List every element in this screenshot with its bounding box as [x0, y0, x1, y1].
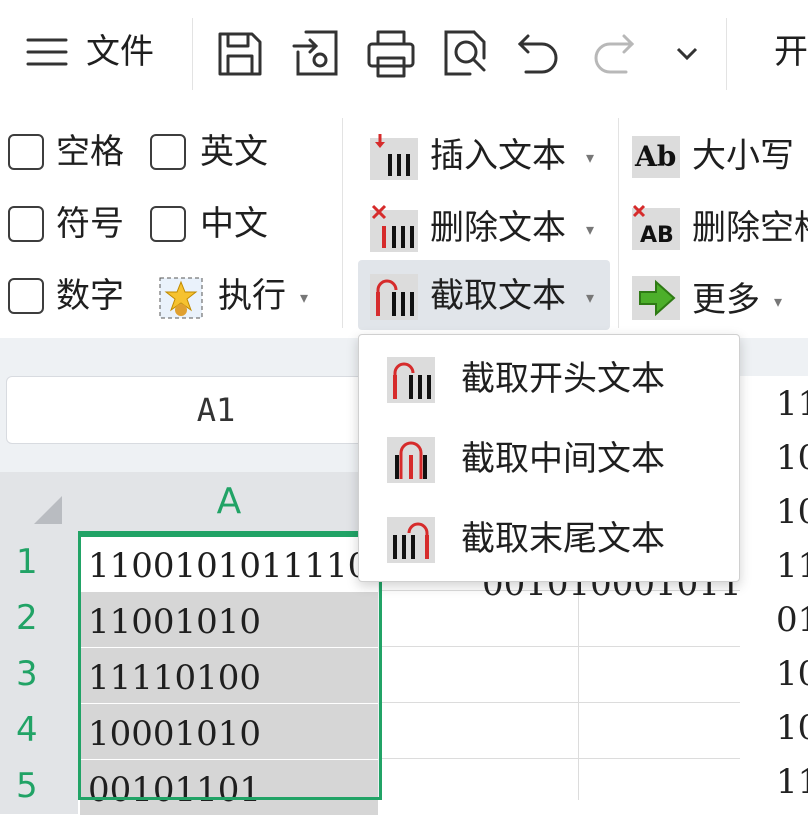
menu-item-extract-middle[interactable]: 截取中间文本	[359, 419, 739, 499]
extract-text-button[interactable]: 截取文本 ▾	[358, 260, 610, 330]
cell-a3[interactable]: 11110100	[80, 648, 378, 704]
row-header[interactable]: 3	[0, 646, 78, 702]
checkbox-chinese[interactable]	[150, 206, 186, 242]
text-tools-ribbon: 空格 英文 符号 中文 数字 执行 ▾ 插入文本 ▾ 删除文本 ▾ 截取文本 ▾…	[0, 108, 808, 338]
chevron-down-icon[interactable]	[676, 46, 698, 62]
checkbox-english[interactable]	[150, 134, 186, 170]
checkbox-space-label: 空格	[56, 132, 124, 172]
formula-line: 11	[776, 762, 808, 802]
execute-icon	[158, 276, 204, 320]
checkbox-symbol[interactable]	[8, 206, 44, 242]
checkbox-number[interactable]	[8, 278, 44, 314]
print-preview-icon[interactable]	[440, 28, 490, 78]
delete-text-label: 删除文本	[430, 208, 566, 248]
select-all-corner[interactable]	[0, 472, 78, 534]
cell-a4[interactable]: 10001010	[80, 704, 378, 760]
insert-text-label: 插入文本	[430, 136, 566, 176]
formula-line: 11	[776, 546, 808, 586]
row-header[interactable]: 5	[0, 758, 78, 814]
undo-icon[interactable]	[516, 32, 560, 76]
more-caret-icon: ▾	[774, 292, 783, 311]
redo-icon[interactable]	[592, 32, 636, 76]
insert-text-icon	[370, 132, 418, 180]
quick-access-toolbar: 文件 开	[0, 0, 808, 108]
column-header-a[interactable]: A	[78, 472, 380, 534]
formula-line: 10	[776, 492, 808, 532]
case-icon: Ab	[632, 132, 680, 180]
row-header[interactable]: 1	[0, 534, 78, 590]
checkbox-english-label: 英文	[200, 132, 268, 172]
extract-text-icon	[370, 272, 418, 320]
cell-a2[interactable]: 11001010	[80, 592, 378, 648]
checkbox-symbol-label: 符号	[56, 204, 124, 244]
formula-line: 01	[776, 600, 808, 640]
case-button[interactable]: Ab 大小写	[632, 132, 808, 182]
execute-button[interactable]: 执行 ▾	[158, 274, 308, 320]
delete-text-icon	[370, 204, 418, 252]
menu-item-label: 截取中间文本	[461, 439, 665, 479]
execute-caret-icon: ▾	[300, 288, 309, 307]
formula-line: 10	[776, 708, 808, 748]
formula-line: 10	[776, 438, 808, 478]
delete-text-caret-icon: ▾	[586, 220, 595, 239]
extract-middle-icon	[387, 435, 435, 483]
delete-text-button[interactable]: 删除文本 ▾	[366, 204, 606, 254]
insert-text-button[interactable]: 插入文本 ▾	[366, 132, 606, 182]
checkbox-number-label: 数字	[56, 276, 124, 316]
extract-end-icon	[387, 515, 435, 563]
menu-item-label: 截取开头文本	[461, 359, 665, 399]
row-header[interactable]: 4	[0, 702, 78, 758]
print-icon[interactable]	[366, 30, 416, 78]
convert-icon[interactable]	[292, 28, 342, 78]
extract-text-dropdown: 截取开头文本 截取中间文本 截取末尾文本	[358, 334, 740, 582]
arrow-right-icon	[632, 276, 680, 320]
svg-text:AB: AB	[640, 223, 674, 248]
tab-start-partial[interactable]: 开	[774, 30, 808, 74]
extract-text-caret-icon: ▾	[586, 288, 595, 307]
more-label: 更多	[692, 280, 760, 320]
case-label: 大小写	[692, 136, 794, 176]
save-icon[interactable]	[216, 30, 264, 78]
checkbox-chinese-label: 中文	[200, 204, 268, 244]
formula-line: 10	[776, 654, 808, 694]
checkbox-space[interactable]	[8, 134, 44, 170]
menu-item-extract-start[interactable]: 截取开头文本	[359, 339, 739, 419]
formula-bar-content[interactable]: 11 10 10 11 01 10 10 11	[740, 376, 808, 802]
execute-label: 执行	[218, 276, 286, 316]
cell-a1[interactable]: 11001010111101	[80, 536, 378, 592]
delete-space-button[interactable]: AB 删除空格	[632, 204, 808, 254]
extract-start-icon	[387, 355, 435, 403]
file-menu-label[interactable]: 文件	[86, 30, 154, 74]
menu-item-label: 截取末尾文本	[461, 519, 665, 559]
delete-space-label: 删除空格	[692, 208, 808, 248]
menu-item-extract-end[interactable]: 截取末尾文本	[359, 499, 739, 579]
svg-text:Ab: Ab	[634, 140, 676, 173]
formula-line: 11	[776, 384, 808, 424]
insert-text-caret-icon: ▾	[586, 148, 595, 167]
row-header[interactable]: 2	[0, 590, 78, 646]
menu-icon[interactable]	[26, 36, 68, 68]
cell-a5[interactable]: 00101101	[80, 760, 378, 816]
delete-space-icon: AB	[632, 204, 680, 252]
extract-text-label: 截取文本	[430, 276, 566, 316]
more-button[interactable]: 更多 ▾	[632, 274, 802, 324]
